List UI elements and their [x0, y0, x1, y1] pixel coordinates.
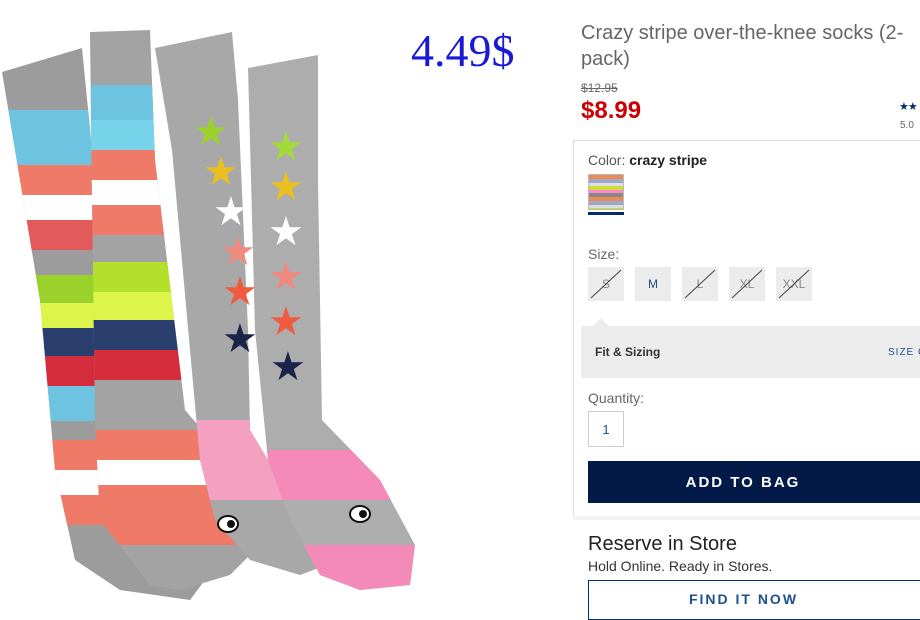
quantity-input[interactable]: 1: [588, 411, 624, 447]
overlay-price-text: 4.49$: [411, 25, 515, 76]
size-button-l[interactable]: L: [682, 267, 718, 301]
size-chart-link[interactable]: SIZE C: [888, 347, 920, 358]
reserve-in-store-title: Reserve in Store: [588, 533, 737, 555]
unavailable-slash-icon: [590, 269, 622, 299]
unavailable-slash-icon: [684, 269, 716, 299]
svg-text:★: ★: [222, 316, 258, 362]
size-button-xxl[interactable]: XXL: [776, 267, 812, 301]
product-image: ★ ★ ★ ★ ★ ★ ★ ★ ★ ★ ★ ★: [0, 0, 570, 608]
socks-illustration: ★ ★ ★ ★ ★ ★ ★ ★ ★ ★ ★ ★: [2, 30, 415, 600]
size-button-s[interactable]: S: [588, 267, 624, 301]
reserve-in-store-subtitle: Hold Online. Ready in Stores.: [588, 558, 773, 574]
original-price: $12.95: [581, 81, 618, 95]
section-divider: [573, 516, 920, 520]
add-to-bag-button[interactable]: ADD TO BAG: [588, 461, 920, 503]
svg-text:★: ★: [270, 344, 306, 390]
rating-value: 5.0: [900, 120, 914, 131]
rating-stars-icon[interactable]: ★★: [899, 100, 918, 113]
unavailable-slash-icon: [778, 269, 810, 299]
product-title: Crazy stripe over-the-knee socks (2-pack…: [581, 22, 904, 70]
svg-text:★: ★: [268, 164, 304, 210]
swatch-selected-indicator: [588, 212, 624, 215]
quantity-label: Quantity:: [588, 390, 645, 406]
svg-text:★: ★: [222, 269, 258, 315]
svg-text:★: ★: [268, 209, 304, 255]
color-swatch-crazy-stripe[interactable]: [588, 174, 624, 210]
find-it-now-button[interactable]: FIND IT NOW: [588, 580, 920, 620]
size-label: Size:: [588, 246, 620, 262]
svg-text:★: ★: [268, 299, 304, 345]
color-label: Color: crazy stripe: [588, 152, 708, 168]
svg-text:★: ★: [268, 254, 304, 300]
size-button-m[interactable]: M: [635, 267, 671, 301]
size-button-xl[interactable]: XL: [729, 267, 765, 301]
color-value: crazy stripe: [629, 152, 708, 168]
sale-price: $8.99: [581, 97, 642, 124]
fit-and-sizing-label: Fit & Sizing: [595, 345, 661, 359]
unavailable-slash-icon: [731, 269, 763, 299]
